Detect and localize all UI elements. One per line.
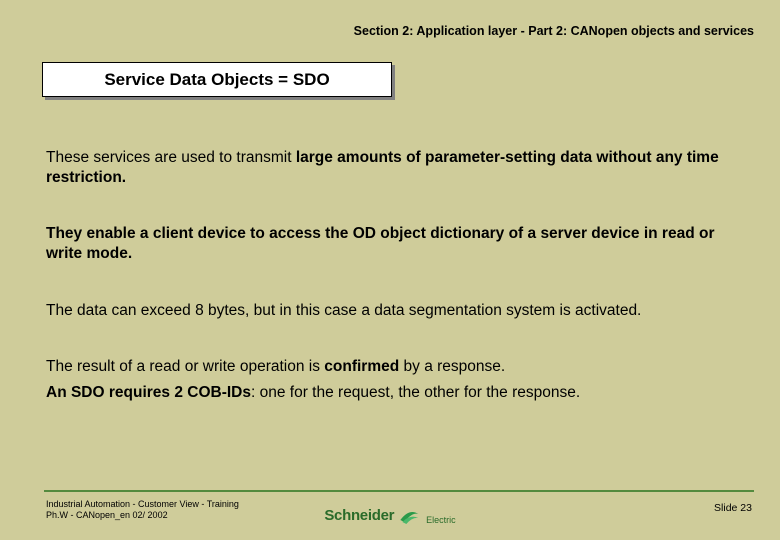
p4-post: by a response. xyxy=(399,358,505,375)
p4-pre: The result of a read or write operation … xyxy=(46,358,324,375)
paragraph-1: These services are used to transmit larg… xyxy=(46,148,734,188)
paragraph-3: The data can exceed 8 bytes, but in this… xyxy=(46,301,734,321)
title-box-inner: Service Data Objects = SDO xyxy=(42,62,392,97)
p5-post: : one for the request, the other for the… xyxy=(251,384,580,401)
paragraph-4: The result of a read or write operation … xyxy=(46,357,734,377)
logo-sub-text: Electric xyxy=(426,515,456,525)
p3-text: The data can exceed 8 bytes, but in this… xyxy=(46,302,641,319)
slide-title: Service Data Objects = SDO xyxy=(104,70,329,90)
company-logo: Schneider Electric xyxy=(324,504,455,526)
logo-main-text: Schneider xyxy=(324,507,394,524)
section-header: Section 2: Application layer - Part 2: C… xyxy=(354,24,754,38)
p4-bold: confirmed xyxy=(324,358,399,375)
slide-number: Slide 23 xyxy=(714,502,752,514)
p2-text: They enable a client device to access th… xyxy=(46,225,714,262)
footer-line2: Ph.W - CANopen_en 02/ 2002 xyxy=(46,510,239,522)
slide-body: These services are used to transmit larg… xyxy=(46,148,734,439)
title-box: Service Data Objects = SDO xyxy=(42,62,392,97)
footer-rule xyxy=(44,490,754,492)
logo-swoosh-icon xyxy=(398,504,420,526)
footer-left: Industrial Automation - Customer View - … xyxy=(46,499,239,522)
paragraph-2: They enable a client device to access th… xyxy=(46,224,734,264)
p5-bold: An SDO requires 2 COB-IDs xyxy=(46,384,251,401)
paragraph-5: An SDO requires 2 COB-IDs: one for the r… xyxy=(46,383,734,403)
p1-text: These services are used to transmit xyxy=(46,149,296,166)
footer-line1: Industrial Automation - Customer View - … xyxy=(46,499,239,511)
